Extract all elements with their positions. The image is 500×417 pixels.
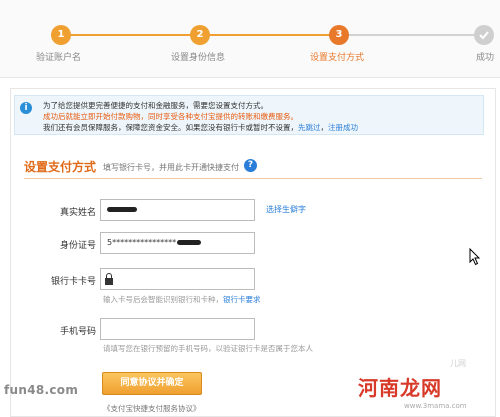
step-connector — [200, 34, 338, 36]
section-hint: 填写银行卡号，并用此卡开通快捷支付 — [103, 163, 239, 172]
watermark-left: fun48.com — [4, 383, 79, 397]
step-connector — [62, 34, 200, 36]
section-divider — [24, 178, 482, 179]
service-agreement-link[interactable]: 《支付宝快捷支付服务协议》 — [103, 403, 201, 414]
rare-character-link[interactable]: 选择生僻字 — [266, 204, 306, 215]
watermark-ghost: 儿网 — [450, 359, 466, 368]
redacted-name — [107, 207, 137, 212]
watermark-right: 河南龙网 — [358, 376, 442, 400]
checkmark-icon — [479, 31, 489, 40]
id-number-label: 身份证号 — [59, 241, 96, 251]
step-3-label: 设置支付方式 — [310, 53, 365, 63]
skip-link[interactable]: 先跳过 — [298, 123, 321, 132]
real-name-input[interactable] — [100, 199, 255, 221]
step-3-circle: 3 — [329, 25, 349, 45]
info-notice: i 为了给您提供更完善便捷的支付和金融服务，需要您设置支付方式。 成功后就能立即… — [14, 95, 484, 135]
step-1-circle: 1 — [51, 25, 71, 45]
phone-note: 请填写您在银行预留的手机号码，以验证银行卡是否属于您本人 — [103, 344, 313, 353]
phone-input[interactable] — [100, 318, 255, 340]
step-4-circle — [474, 25, 494, 45]
step-1-label: 验证账户名 — [36, 53, 82, 63]
mouse-cursor-icon — [469, 248, 481, 266]
card-requirements-link[interactable]: 银行卡要求 — [223, 295, 261, 304]
id-number-value: 5**************** — [107, 238, 177, 247]
step-2-circle: 2 — [190, 25, 210, 45]
help-icon[interactable]: ? — [244, 159, 257, 172]
section-title: 设置支付方式 — [24, 160, 97, 174]
phone-label: 手机号码 — [59, 327, 96, 337]
step-connector — [338, 34, 484, 36]
real-name-label: 真实姓名 — [59, 208, 96, 218]
register-success-link[interactable]: 注册成功 — [328, 123, 358, 132]
watermark-url: www.3mama.com — [404, 402, 467, 410]
notice-separator: ， — [320, 123, 329, 132]
step-2-label: 设置身份信息 — [171, 53, 226, 63]
agree-submit-button[interactable]: 同意协议并确定 — [102, 372, 202, 395]
notice-line-1: 为了给您提供更完善便捷的支付和金融服务，需要您设置支付方式。 — [43, 101, 268, 110]
info-icon: i — [20, 102, 32, 114]
bank-card-note: 输入卡号后会智能识别银行和卡种，银行卡要求 — [103, 294, 261, 305]
bank-card-input[interactable] — [100, 268, 255, 290]
notice-line-3-text: 我们还有会员保障服务，保障您资金安全。如果您没有银行卡或暂时不设置， — [43, 123, 298, 132]
redacted-id-tail — [177, 240, 202, 245]
step-progress-bar: 1 验证账户名 2 设置身份信息 3 设置支付方式 成功 — [0, 0, 500, 78]
notice-line-3: 我们还有会员保障服务，保障您资金安全。如果您没有银行卡或暂时不设置，先跳过，注册… — [43, 122, 358, 133]
lock-icon — [105, 273, 113, 285]
notice-line-2: 成功后就能立即开始付款购物，同时享受各种支付宝提供的转账和缴费服务。 — [43, 112, 298, 121]
id-number-input[interactable]: 5**************** — [100, 232, 255, 254]
bank-card-label: 银行卡卡号 — [50, 277, 96, 287]
step-4-label: 成功 — [476, 53, 495, 63]
bank-card-note-text: 输入卡号后会智能识别银行和卡种， — [103, 295, 223, 304]
